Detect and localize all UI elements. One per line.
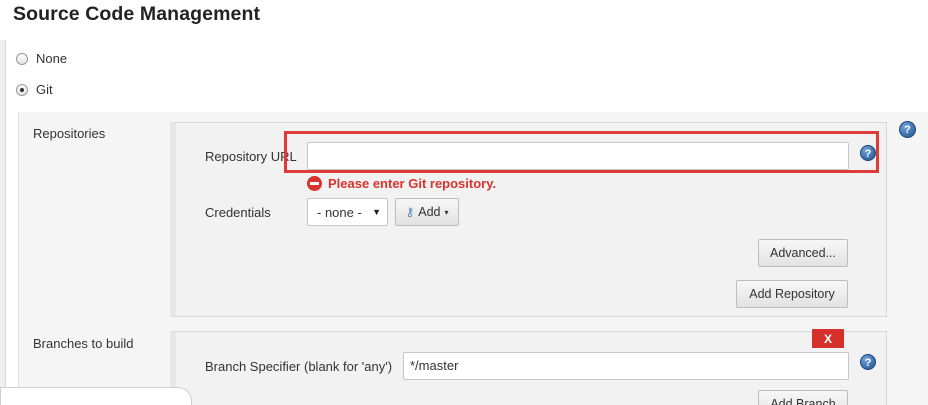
chevron-down-icon: ▾ <box>444 207 449 217</box>
delete-branch-button[interactable]: X <box>812 329 844 348</box>
section-title: Source Code Management <box>13 3 261 25</box>
credentials-label: Credentials <box>205 205 271 220</box>
scm-option-git[interactable]: Git <box>16 82 53 97</box>
help-icon[interactable]: ? <box>860 354 876 370</box>
add-credentials-label: Add <box>418 205 441 219</box>
branches-label: Branches to build <box>33 336 134 351</box>
scm-option-git-label: Git <box>36 82 53 97</box>
repository-error: Please enter Git repository. <box>307 176 496 191</box>
key-icon: ⚷ <box>405 205 415 219</box>
add-credentials-button[interactable]: ⚷ Add ▾ <box>395 198 459 226</box>
help-icon[interactable]: ? <box>899 121 916 138</box>
left-strip <box>0 40 6 405</box>
scm-option-none-label: None <box>36 51 68 66</box>
add-repository-button[interactable]: Add Repository <box>736 280 848 308</box>
add-branch-button[interactable]: Add Branch <box>758 390 848 405</box>
chevron-down-icon: ▼ <box>372 207 381 217</box>
repositories-label: Repositories <box>33 126 106 141</box>
error-icon <box>307 176 322 191</box>
radio-none[interactable] <box>16 52 28 65</box>
repository-url-label: Repository URL <box>205 149 297 164</box>
branch-specifier-label: Branch Specifier (blank for 'any') <box>205 359 393 374</box>
bottom-panel-tab <box>0 387 192 405</box>
advanced-button[interactable]: Advanced... <box>758 239 848 267</box>
radio-git[interactable] <box>16 83 28 96</box>
credentials-select[interactable]: - none - ▼ <box>307 198 388 226</box>
branch-specifier-input[interactable]: */master <box>403 352 849 380</box>
repository-url-highlight <box>284 131 879 173</box>
repository-error-text: Please enter Git repository. <box>328 176 497 191</box>
credentials-select-value: - none - <box>317 204 362 220</box>
scm-option-none[interactable]: None <box>16 51 67 66</box>
